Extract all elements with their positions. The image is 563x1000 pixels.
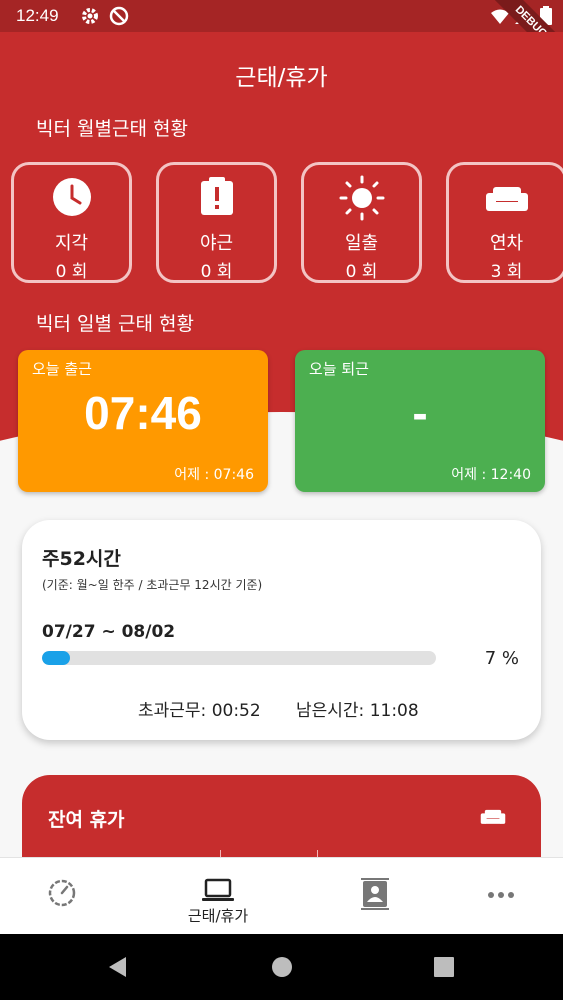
recents-icon[interactable] <box>433 955 455 979</box>
stat-label: 야근 <box>199 233 234 254</box>
stat-card-late[interactable]: 지각 0 회 <box>11 162 132 283</box>
nav-more[interactable] <box>431 858 563 935</box>
sofa-icon <box>485 187 528 211</box>
checkin-card[interactable]: 오늘 출근 07:46 어제 : 07:46 <box>18 350 268 492</box>
nav-label: 근태/휴가 <box>187 907 249 925</box>
remaining-text: 남은시간: 11:08 <box>296 701 419 721</box>
stat-card-overtime[interactable]: 야근 0 회 <box>156 162 277 283</box>
checkout-previous: 어제 : 12:40 <box>451 467 531 483</box>
gear-icon <box>82 8 98 24</box>
nav-attendance[interactable]: 근태/휴가 <box>148 858 288 935</box>
no-disturb-icon <box>109 6 129 26</box>
sun-icon <box>339 175 384 221</box>
stat-card-annual-leave[interactable]: 연차 3 회 <box>446 162 563 283</box>
home-icon[interactable] <box>270 955 294 979</box>
stat-count: 0 회 <box>345 262 378 282</box>
checkin-previous: 어제 : 07:46 <box>174 467 254 483</box>
stat-count: 0 회 <box>55 262 88 282</box>
weekly-percent: 7 % <box>484 648 519 669</box>
checkout-label: 오늘 퇴근 <box>309 360 369 378</box>
stat-label: 일출 <box>344 233 379 254</box>
status-bar: 12:49 DEBUG <box>0 0 563 72</box>
weekly-hours-card[interactable]: 주52시간 (기준: 월~일 한주 / 초과근무 12시간 기준) 07/27 … <box>22 520 541 740</box>
page-title: 근태/휴가 <box>235 65 328 91</box>
bottom-nav: 근태/휴가 <box>0 857 563 934</box>
contacts-icon <box>361 878 389 910</box>
status-time: 12:49 <box>16 6 59 25</box>
leave-title: 잔여 휴가 <box>48 809 125 831</box>
laptop-icon <box>202 878 234 901</box>
speedometer-icon <box>48 879 76 907</box>
stat-count: 0 회 <box>200 262 233 282</box>
stat-label: 지각 <box>54 233 89 254</box>
more-icon <box>488 892 514 898</box>
sofa-icon <box>480 809 506 824</box>
monthly-section-title: 빅터 월별근태 현황 <box>36 118 188 140</box>
checkout-time: - <box>412 387 428 439</box>
clock-icon <box>52 178 91 216</box>
weekly-progress-fill <box>42 651 70 665</box>
daily-section-title: 빅터 일별 근태 현황 <box>36 313 194 335</box>
alert-badge-icon <box>200 177 233 215</box>
checkout-card[interactable]: 오늘 퇴근 - 어제 : 12:40 <box>295 350 545 492</box>
weekly-range: 07/27 ~ 08/02 <box>42 622 176 642</box>
weekly-subtitle: (기준: 월~일 한주 / 초과근무 12시간 기준) <box>42 578 263 592</box>
system-nav-bar <box>0 934 563 1000</box>
nav-dashboard[interactable] <box>0 858 132 935</box>
weekly-title: 주52시간 <box>42 548 121 570</box>
back-icon[interactable] <box>106 955 130 979</box>
checkin-label: 오늘 출근 <box>32 360 92 378</box>
stat-label: 연차 <box>489 233 524 254</box>
nav-contacts[interactable] <box>305 858 445 935</box>
weekly-progress-track <box>42 651 436 665</box>
checkin-time: 07:46 <box>84 387 202 439</box>
stat-card-sunrise[interactable]: 일출 0 회 <box>301 162 422 283</box>
overtime-text: 초과근무: 00:52 <box>138 701 261 721</box>
stat-count: 3 회 <box>490 262 523 282</box>
